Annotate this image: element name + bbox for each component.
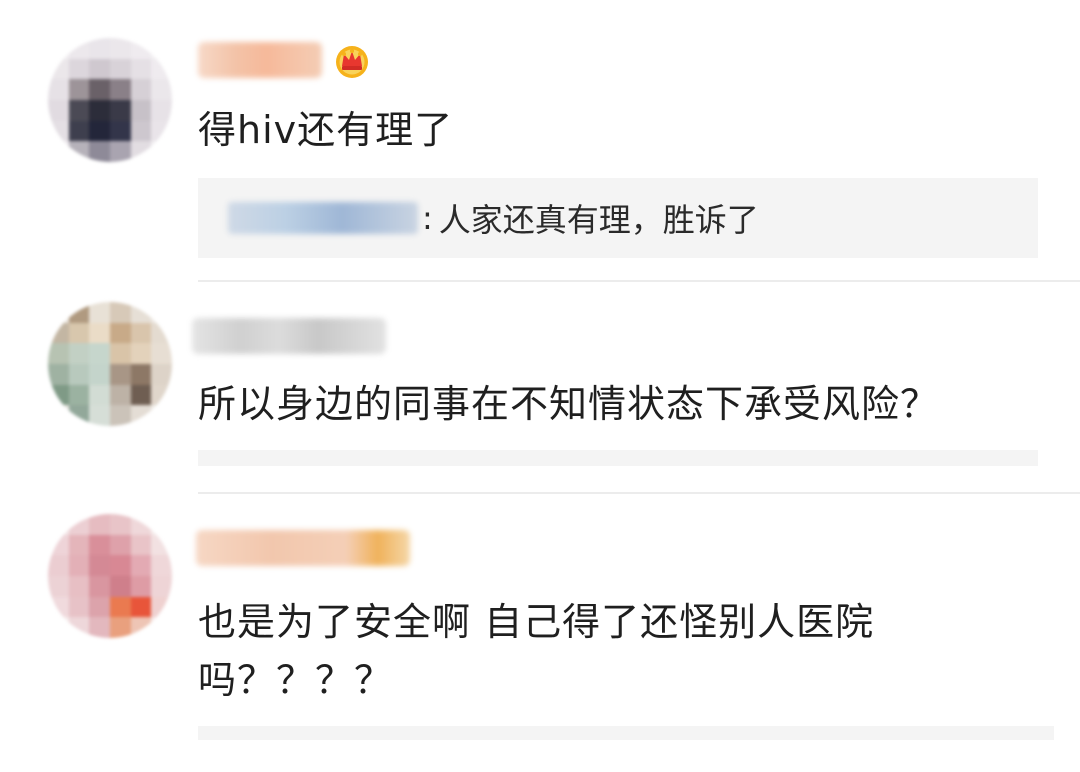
comment-text: 所以身边的同事在不知情状态下承受风险？ [198,382,940,426]
reply-line: : 人家还真有理，胜诉了 [228,196,759,240]
comment-text-line-1: 也是为了安全啊 自己得了还怪别人医院 [198,600,875,644]
reply-box-empty [198,726,1054,740]
reply-separator: : [422,199,433,237]
reply-username-blurred[interactable] [228,202,418,234]
avatar[interactable] [48,302,172,426]
username[interactable] [196,528,410,568]
comment-item: 所以身边的同事在不知情状态下承受风险？ [0,282,1080,492]
username-text-blurred [196,530,410,566]
comment-text-line-2: 吗？？？？ [198,658,394,702]
avatar[interactable] [48,514,172,638]
crown-icon [336,46,368,78]
comment-item: 也是为了安全啊 自己得了还怪别人医院 吗？？？？ [0,494,1080,772]
username-text-blurred [192,318,386,354]
username[interactable] [192,316,386,356]
reply-box-empty [198,450,1038,466]
reply-box[interactable]: : 人家还真有理，胜诉了 [198,178,1038,258]
comment-item: 得hiv还有理了 : 人家还真有理，胜诉了 [0,0,1080,280]
reply-text: 人家还真有理，胜诉了 [438,201,759,239]
username[interactable] [198,40,372,80]
avatar[interactable] [48,38,172,162]
username-text-blurred [198,42,322,78]
comment-text: 得hiv还有理了 [198,108,454,152]
